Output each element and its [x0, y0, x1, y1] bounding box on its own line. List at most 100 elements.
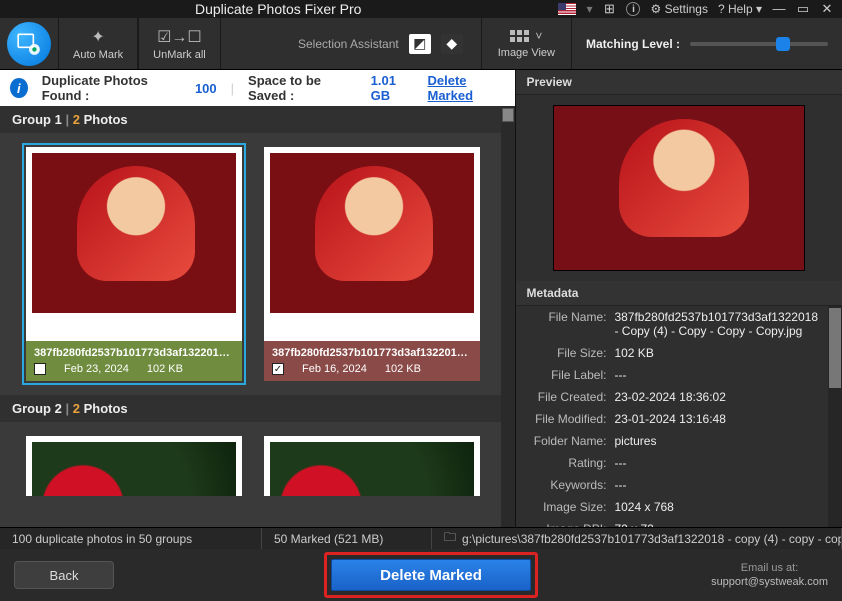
status-path: 🗀g:\pictures\387fb280fd2537b101773d3af13… — [432, 528, 842, 549]
photo-card[interactable] — [264, 436, 480, 496]
grid-view-icon — [510, 30, 529, 42]
maximize-button[interactable]: ▭ — [796, 2, 810, 16]
meta-key: File Label: — [522, 368, 614, 382]
preview-pane — [516, 95, 842, 281]
photo-card[interactable]: 387fb280fd2537b101773d3af1322018 - c... … — [26, 147, 242, 381]
grid-icon[interactable]: ⊞ — [602, 2, 616, 16]
selection-assistant: Selection Assistant ◩ ◆ — [221, 18, 482, 69]
sel-assist-1[interactable]: ◩ — [409, 34, 431, 54]
info-icon-round: i — [10, 78, 28, 98]
close-button[interactable]: ✕ — [820, 2, 834, 16]
metadata-row: Keywords:--- — [516, 474, 842, 496]
metadata-row: File Size:102 KB — [516, 342, 842, 364]
meta-key: File Modified: — [522, 412, 614, 426]
preview-header: Preview — [516, 70, 842, 95]
toolbar: ✦ Auto Mark ☑→☐ UnMark all Selection Ass… — [0, 18, 842, 70]
info-icon[interactable]: i — [626, 2, 640, 16]
meta-value: 1024 x 768 — [614, 500, 832, 514]
group-header-1: Group 1 | 2 Photos — [0, 106, 515, 133]
photo-gear-icon — [16, 31, 42, 57]
meta-value: 102 KB — [614, 346, 832, 360]
gear-icon: ⚙ — [650, 2, 661, 16]
email-label: Email us at: — [711, 561, 828, 575]
wand-icon: ✦ — [91, 27, 104, 47]
metadata-row: File Modified:23-01-2024 13:16:48 — [516, 408, 842, 430]
found-label: Duplicate Photos Found : — [42, 73, 181, 103]
meta-scrollbar-track[interactable] — [828, 306, 842, 527]
help-link[interactable]: ? Help ▾ — [718, 2, 762, 16]
meta-key: Image Size: — [522, 500, 614, 514]
unmark-icon: ☑→☐ — [157, 27, 202, 47]
scrollbar-track[interactable] — [501, 106, 515, 527]
file-name: 387fb280fd2537b101773d3af1322018 - c... — [272, 347, 472, 359]
meta-key: File Created: — [522, 390, 614, 404]
metadata-row: File Name:387fb280fd2537b101773d3af13220… — [516, 306, 842, 342]
app-logo — [0, 18, 58, 69]
delete-marked-link[interactable]: Delete Marked — [428, 73, 506, 103]
meta-value: 387fb280fd2537b101773d3af1322018 - Copy … — [614, 310, 832, 338]
sel-assist-label: Selection Assistant — [298, 37, 399, 51]
photo-card[interactable]: 387fb280fd2537b101773d3af1322018 - c... … — [264, 147, 480, 381]
settings-link[interactable]: ⚙ Settings — [650, 2, 707, 16]
sel-assist-2[interactable]: ◆ — [441, 34, 463, 54]
folder-icon: 🗀 — [444, 528, 456, 549]
app-title: Duplicate Photos Fixer Pro — [8, 1, 548, 17]
matching-level-label: Matching Level : — [586, 37, 680, 51]
slider-thumb[interactable] — [776, 37, 790, 51]
meta-value: 23-01-2024 13:16:48 — [614, 412, 832, 426]
mark-checkbox[interactable] — [34, 363, 46, 375]
bottom-bar: Back Delete Marked Email us at: support@… — [0, 549, 842, 601]
metadata-row: Rating:--- — [516, 452, 842, 474]
back-button[interactable]: Back — [14, 561, 114, 589]
thumbnail[interactable] — [32, 153, 236, 313]
results-scroll[interactable]: Group 1 | 2 Photos 387fb280fd2537b101773… — [0, 106, 515, 527]
title-bar: Duplicate Photos Fixer Pro ▾ ⊞ i ⚙ Setti… — [0, 0, 842, 18]
meta-value: --- — [614, 368, 832, 382]
metadata-row: Folder Name:pictures — [516, 430, 842, 452]
minimize-button[interactable]: — — [772, 2, 786, 16]
metadata-row: Image DPI:72 x 72 — [516, 518, 842, 527]
status-marked: 50 Marked (521 MB) — [262, 528, 432, 549]
meta-value: pictures — [614, 434, 832, 448]
meta-key: File Size: — [522, 346, 614, 360]
matching-level: Matching Level : — [572, 18, 842, 69]
scrollbar-thumb[interactable] — [502, 108, 514, 122]
meta-key: Keywords: — [522, 478, 614, 492]
info-bar: i Duplicate Photos Found : 100 | Space t… — [0, 70, 515, 106]
thumbnail[interactable] — [270, 442, 474, 496]
file-date: Feb 16, 2024 — [302, 363, 367, 375]
metadata-pane[interactable]: File Name:387fb280fd2537b101773d3af13220… — [516, 306, 842, 527]
flag-icon[interactable] — [558, 3, 576, 15]
matching-slider[interactable] — [690, 42, 828, 46]
space-value: 1.01 GB — [371, 73, 414, 103]
metadata-header: Metadata — [516, 281, 842, 306]
chevron-down-icon: ˅ — [535, 29, 542, 43]
image-view-button[interactable]: ˅ Image View — [482, 18, 572, 69]
metadata-row: Image Size:1024 x 768 — [516, 496, 842, 518]
status-summary: 100 duplicate photos in 50 groups — [0, 528, 262, 549]
meta-key: File Name: — [522, 310, 614, 338]
thumbnail[interactable] — [270, 153, 474, 313]
meta-scrollbar-thumb[interactable] — [829, 308, 841, 388]
meta-value: 23-02-2024 18:36:02 — [614, 390, 832, 404]
email-box: Email us at: support@systweak.com — [711, 561, 828, 589]
group-header-2: Group 2 | 2 Photos — [0, 395, 515, 422]
meta-key: Folder Name: — [522, 434, 614, 448]
file-date: Feb 23, 2024 — [64, 363, 129, 375]
space-label: Space to be Saved : — [248, 73, 357, 103]
meta-value: --- — [614, 456, 832, 470]
file-size: 102 KB — [147, 363, 183, 375]
automark-button[interactable]: ✦ Auto Mark — [58, 18, 138, 69]
meta-value: --- — [614, 478, 832, 492]
email-address[interactable]: support@systweak.com — [711, 575, 828, 589]
card-footer: 387fb280fd2537b101773d3af1322018 - c... … — [26, 341, 242, 381]
file-name: 387fb280fd2537b101773d3af1322018 - c... — [34, 347, 234, 359]
preview-image — [553, 105, 805, 271]
thumbnail[interactable] — [32, 442, 236, 496]
mark-checkbox[interactable]: ✓ — [272, 363, 284, 375]
metadata-row: File Created:23-02-2024 18:36:02 — [516, 386, 842, 408]
meta-key: Rating: — [522, 456, 614, 470]
delete-marked-button[interactable]: Delete Marked — [331, 559, 531, 591]
unmark-button[interactable]: ☑→☐ UnMark all — [138, 18, 221, 69]
photo-card[interactable] — [26, 436, 242, 496]
